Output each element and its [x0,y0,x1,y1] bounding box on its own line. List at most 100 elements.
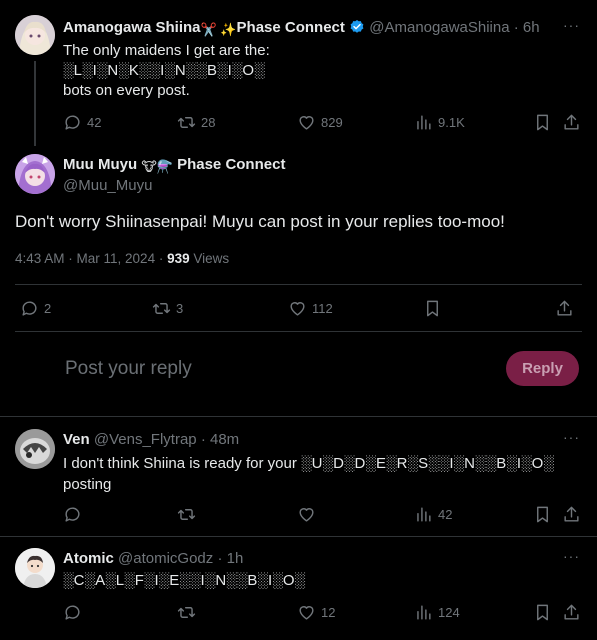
avatar-atomic-image [15,548,55,588]
avatar-atomic[interactable] [15,548,55,588]
reply1-text: I don't think Shiina is ready for your ░… [63,453,563,495]
tweet1-bookmark-button[interactable] [533,113,552,132]
tweet1-like-count: 829 [321,115,343,130]
tweet1-timestamp[interactable]: · 6h [514,19,540,36]
retweet-icon [177,117,196,128]
share-icon [564,604,579,620]
tweet1-reply-button[interactable]: 42 [63,113,101,132]
reply2-more-button[interactable]: ··· [563,548,580,564]
share-icon [564,506,579,522]
bookmark-icon [537,114,548,131]
reply2-timestamp[interactable]: · 1h [217,550,243,567]
reply1-reply-button[interactable] [63,505,82,524]
reply2-share-button[interactable] [562,603,581,622]
main-header: Muu Muyu 🐮⚗️ Phase Connect [63,156,285,175]
heart-icon [299,116,314,130]
tweet1-more-button[interactable]: ··· [563,17,580,33]
bookmark-icon [537,506,548,523]
tweet1-affiliation[interactable]: Phase Connect [237,19,345,36]
avatar-muu-muyu-image [15,154,55,194]
reply1-bookmark-button[interactable] [533,505,552,524]
tweet1-handle[interactable]: @AmanogawaShiina [369,19,509,36]
reply1-author-name[interactable]: Ven [63,431,90,448]
reply1-text-start: I don't think Shiina is ready for your [63,455,297,472]
views-icon [417,115,431,130]
heart-icon [299,606,314,620]
verified-badge-icon[interactable] [349,19,365,35]
main-timestamp[interactable]: 4:43 AM · Mar 11, 2024 · [15,251,163,266]
reply2-like-count: 12 [321,605,336,620]
reply1-retweet-button[interactable] [177,505,196,524]
tweet1-retweet-button[interactable]: 28 [177,113,215,132]
main-retweet-count: 3 [176,301,184,316]
avatar-ven[interactable] [15,429,55,469]
reply1-like-button[interactable] [297,505,316,524]
reply1-more-button[interactable]: ··· [563,429,580,445]
main-share-button[interactable] [555,299,574,318]
tweet1-header: Amanogawa Shiina✂️ ✨Phase Connect @Amano… [63,19,540,38]
tweet1-author-name[interactable]: Amanogawa Shiina [63,19,201,36]
main-reply-count: 2 [44,301,52,316]
main-reply-button[interactable]: 2 [20,299,51,318]
divider-composer [0,416,597,417]
share-icon [564,114,579,130]
bookmark-icon [537,604,548,621]
reply-icon [65,507,80,522]
main-bookmark-button[interactable] [423,299,442,318]
reply2-like-button[interactable]: 12 [297,603,335,622]
main-like-button[interactable]: 112 [288,299,333,318]
thread-connector-line [34,61,36,146]
reply2-view-count: 124 [438,605,460,620]
tweet1-share-button[interactable] [562,113,581,132]
reply2-author-name[interactable]: Atomic [63,550,114,567]
heart-icon [299,508,314,522]
tweet1-views-button[interactable]: 9.1K [414,113,465,132]
main-retweet-button[interactable]: 3 [152,299,183,318]
tweet1-line1: The only maidens I get are the: [63,42,270,59]
reply1-actions: 42 [63,505,583,525]
tweet1-like-button[interactable]: 829 [297,113,343,132]
reply-icon [65,115,80,130]
divider-main-top [15,284,582,285]
reply2-text: ░C░A░L░F░I░E░░I░N░░B░I░O░ [63,572,306,589]
reply-composer-input[interactable]: Post your reply [65,358,192,380]
main-view-count: 939 [167,251,190,266]
reply1-header: Ven @Vens_Flytrap · 48m [63,431,239,448]
tweet1-view-count: 9.1K [438,115,465,130]
main-like-count: 112 [312,301,333,316]
reply1-share-button[interactable] [562,505,581,524]
tweet1-actions: 42 28 829 9.1K [63,113,583,133]
main-author-name[interactable]: Muu Muyu [63,156,137,173]
views-icon [417,507,431,522]
retweet-icon [177,607,196,618]
reply1-text-noise: ░U░D░D░E░R░S░░I░N░░B░I░O░ [301,455,554,472]
main-handle[interactable]: @Muu_Muyu [63,177,152,194]
retweet-icon [177,509,196,520]
reply1-handle[interactable]: @Vens_Flytrap [94,431,197,448]
reply1-view-count: 42 [438,507,453,522]
reply2-handle[interactable]: @atomicGodz [118,550,213,567]
tweet1-reply-count: 42 [87,115,102,130]
main-actions: 2 3 112 [15,299,582,319]
reply2-bookmark-button[interactable] [533,603,552,622]
avatar-muu-muyu[interactable] [15,154,55,194]
main-name-emoji: 🐮⚗️ [141,159,173,174]
avatar-ven-image [15,429,55,469]
reply2-actions: 12 124 [63,603,583,623]
reply1-text-end: posting [63,476,112,493]
main-affiliation[interactable]: Phase Connect [177,156,285,173]
avatar-shiina-image [15,15,55,55]
reply2-retweet-button[interactable] [177,603,196,622]
reply-icon [65,605,80,620]
reply1-timestamp[interactable]: · 48m [201,431,239,448]
avatar-shiina[interactable] [15,15,55,55]
views-icon [417,605,431,620]
tweet1-text: The only maidens I get are the: ░L░I░N░K… [63,41,270,101]
reply1-views-button[interactable]: 42 [414,505,452,524]
main-tweet-text: Don't worry Shiinasenpai! Muyu can post … [15,212,505,231]
reply2-header: Atomic @atomicGodz · 1h [63,550,243,567]
reply-submit-button[interactable]: Reply [506,351,579,386]
reply2-views-button[interactable]: 124 [414,603,460,622]
reply2-reply-button[interactable] [63,603,82,622]
tweet1-line3: bots on every post. [63,82,190,99]
